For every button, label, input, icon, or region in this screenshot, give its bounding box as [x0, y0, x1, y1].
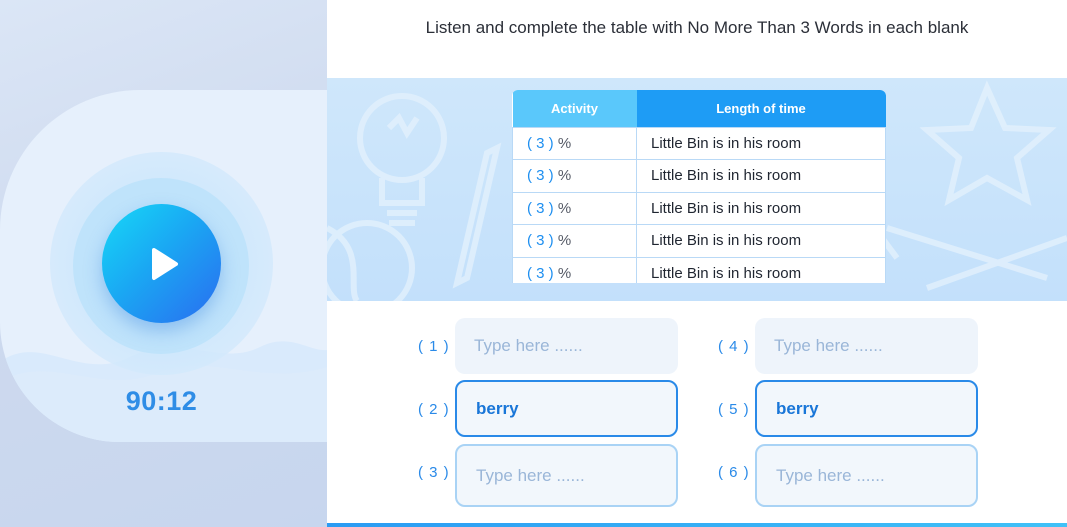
table-row: ( 3 ) % Little Bin is in his room — [512, 126, 886, 160]
time-cell: Little Bin is in his room — [636, 256, 886, 283]
unit: % — [557, 264, 572, 282]
table-row: ( 3 ) % Little Bin is in his room — [512, 191, 886, 225]
table-banner: Activity Length of time ( 3 ) % Little B… — [327, 78, 1067, 301]
answer-label-6: ( 6 ) — [718, 464, 750, 481]
header-length-of-time: Length of time — [636, 90, 886, 127]
table-row: ( 3 ) % Little Bin is in his room — [512, 224, 886, 258]
time-cell: Little Bin is in his room — [636, 191, 886, 225]
activity-cell: ( 3 ) % — [512, 256, 637, 283]
blank-number: ( 3 ) — [527, 167, 554, 185]
activity-cell: ( 3 ) % — [512, 191, 637, 225]
table-row: ( 3 ) % Little Bin is in his room — [512, 256, 886, 283]
answer-label-5: ( 5 ) — [718, 401, 750, 418]
play-button[interactable] — [102, 204, 221, 323]
blank-number: ( 3 ) — [527, 232, 554, 250]
player-card: 90:12 — [0, 90, 327, 442]
blank-number: ( 3 ) — [527, 264, 554, 282]
time-cell: Little Bin is in his room — [636, 159, 886, 193]
unit: % — [557, 199, 572, 217]
answer-input-3[interactable]: Type here ...... — [455, 444, 678, 507]
blank-number: ( 3 ) — [527, 134, 554, 152]
answer-input-5[interactable]: berry — [755, 380, 978, 437]
answer-input-2[interactable]: berry — [455, 380, 678, 437]
header-activity: Activity — [512, 90, 637, 127]
blank-number: ( 3 ) — [527, 199, 554, 217]
audio-player-panel: 90:12 — [0, 0, 327, 527]
timer-display: 90:12 — [125, 386, 198, 416]
activity-cell: ( 3 ) % — [512, 159, 637, 193]
answer-label-4: ( 4 ) — [718, 338, 750, 355]
activity-cell: ( 3 ) % — [512, 126, 637, 160]
answer-label-3: ( 3 ) — [418, 464, 450, 481]
answer-input-6[interactable]: Type here ...... — [755, 444, 978, 507]
table-row: ( 3 ) % Little Bin is in his room — [512, 159, 886, 193]
unit: % — [557, 167, 572, 185]
answer-label-2: ( 2 ) — [418, 401, 450, 418]
answer-input-1[interactable]: Type here ...... — [455, 318, 678, 374]
time-cell: Little Bin is in his room — [636, 126, 886, 160]
unit: % — [557, 134, 572, 152]
time-cell: Little Bin is in his room — [636, 224, 886, 258]
activity-table: Activity Length of time ( 3 ) % Little B… — [512, 90, 886, 283]
answer-input-4[interactable]: Type here ...... — [755, 318, 978, 374]
play-icon — [151, 247, 178, 280]
question-text: Listen and complete the table with No Mo… — [425, 18, 969, 37]
activity-cell: ( 3 ) % — [512, 224, 637, 258]
answer-label-1: ( 1 ) — [418, 338, 450, 355]
bottom-accent-bar — [327, 523, 1067, 527]
unit: % — [557, 232, 572, 250]
